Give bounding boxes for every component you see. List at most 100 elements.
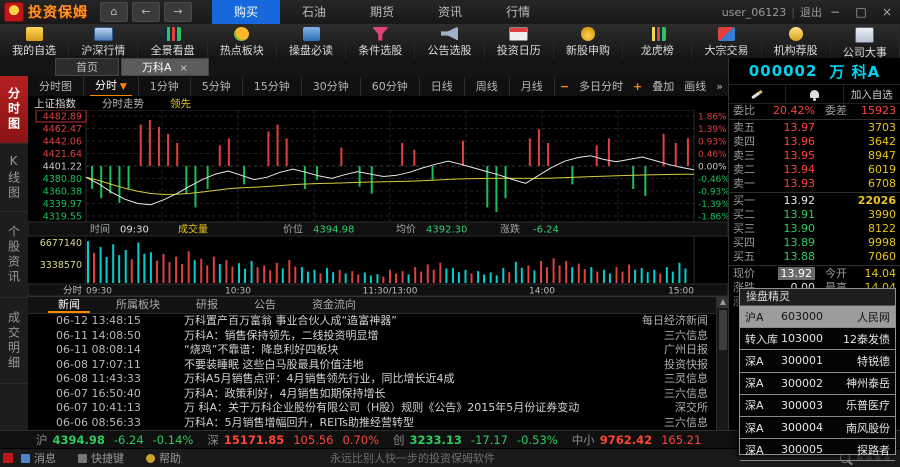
index-label: 创 (393, 432, 405, 448)
news-title: 万科A：5月销售增幅回升，REITs助推经营转型 (184, 416, 596, 431)
order-level-row: 买四13.899998 (729, 236, 900, 250)
sidebar-item-成交明细[interactable]: 成交明细 (0, 298, 28, 384)
sidebar-item-分时图[interactable]: 分时图 (0, 76, 28, 144)
news-row[interactable]: 06-12 13:48:15万科置产百万富翁 事业合伙人成“造富神器”每日经济新… (28, 314, 716, 329)
timeshare-chart[interactable]: 4482.891.86%4462.471.39%4442.060.93%4421… (28, 110, 728, 296)
news-source: 每日经济新闻 (596, 314, 716, 329)
popup-stock-row[interactable]: 深A300002神州泰岳 (740, 373, 895, 395)
toolbar-沪深行情[interactable]: 沪深行情 (69, 25, 138, 58)
status-快捷键[interactable]: 快捷键 (78, 450, 124, 466)
svg-text:均价: 均价 (396, 224, 416, 236)
period-5分钟[interactable]: 5分钟 (191, 77, 243, 96)
popup-stock-row[interactable]: 深A300001特锐德 (740, 350, 895, 372)
toolbar-热点板块[interactable]: 热点板块 (208, 25, 277, 58)
news-tab-研报[interactable]: 研报 (178, 297, 236, 313)
news-title: 万科A：政策利好，4月销售如期保持增长 (184, 387, 596, 402)
popup-stock-row[interactable]: 深A300004南风股份 (740, 417, 895, 439)
scroll-thumb[interactable] (719, 310, 727, 350)
tab-close-icon[interactable]: × (180, 63, 188, 74)
menu-item-期货[interactable]: 期货 (348, 0, 416, 24)
news-tab-公告[interactable]: 公告 (236, 297, 294, 313)
toolbar-我的自选[interactable]: 我的自选 (0, 25, 69, 58)
toolbar-公告选股[interactable]: 公告选股 (415, 25, 484, 58)
toolbar-新股申购[interactable]: 新股申购 (554, 25, 623, 58)
status-消息[interactable]: 消息 (21, 450, 56, 466)
divider (729, 265, 900, 266)
plus-button[interactable]: + (633, 80, 642, 93)
level-label: 卖一 (733, 177, 763, 191)
home-icon[interactable]: ⌂ (100, 2, 128, 22)
period-日线[interactable]: 日线 (420, 77, 465, 96)
news-tab-资金流向[interactable]: 资金流向 (294, 297, 374, 313)
period-15分钟[interactable]: 15分钟 (243, 77, 302, 96)
news-row[interactable]: 06-07 16:50:40万科A：政策利好，4月销售如期保持增长三六信息 (28, 387, 716, 402)
period-分时[interactable]: 分时 ▼ (84, 76, 139, 97)
alert-button[interactable] (786, 85, 843, 103)
timeshare-chart-svg: 4482.891.86%4462.471.39%4442.060.93%4421… (28, 110, 728, 296)
logout-link[interactable]: 退出 (800, 4, 822, 20)
calendar-icon (509, 27, 528, 41)
level-volume: 3990 (815, 208, 896, 222)
popup-stock-row[interactable]: 深A300005探路者 (740, 439, 895, 461)
market-label: 沪A (745, 309, 781, 325)
book-icon (303, 27, 320, 41)
forward-icon[interactable]: → (164, 2, 192, 22)
multi-day-label[interactable]: 多日分时 (579, 78, 623, 94)
add-watchlist-button[interactable]: 加入自选 (844, 85, 900, 103)
add-watchlist-label: 加入自选 (851, 87, 893, 102)
popup-stock-list: 沪A603000人民网转入库10300012泰发债深A300001特锐德深A30… (740, 306, 895, 461)
toolbar-公司大事[interactable]: 公司大事 (831, 25, 900, 58)
minimize-icon[interactable]: − (822, 5, 848, 19)
index-label: 深 (207, 432, 219, 448)
tab-首页[interactable]: 首页 (55, 58, 119, 76)
index-沪[interactable]: 沪4394.98-6.24-0.14% (36, 432, 193, 448)
popup-stock-row[interactable]: 深A300003乐普医疗 (740, 395, 895, 417)
news-row[interactable]: 06-11 14:08:50万科A：销售保持领先，二线投资明显增三六信息 (28, 329, 716, 344)
menu-item-购买[interactable]: 购买 (212, 0, 280, 24)
news-source: 三六信息 (596, 416, 716, 431)
draw-line-button[interactable]: 画线 (684, 78, 706, 94)
period-周线[interactable]: 周线 (465, 77, 510, 96)
period-月线[interactable]: 月线 (510, 77, 555, 96)
news-time: 06-11 14:08:50 (28, 329, 184, 344)
toolbar-投资日历[interactable]: 投资日历 (485, 25, 554, 58)
tab-万科A[interactable]: 万科A× (121, 58, 209, 76)
popup-stock-row[interactable]: 沪A603000人民网 (740, 306, 895, 328)
news-row[interactable]: 06-11 08:08:14“烧鸡”不靠谱：降息利好四板块广州日报 (28, 343, 716, 358)
index-深[interactable]: 深15171.85105.560.70% (207, 432, 379, 448)
popup-title[interactable]: 操盘精灵 (740, 289, 895, 306)
popup-stock-row[interactable]: 转入库10300012泰发债 (740, 328, 895, 350)
news-row[interactable]: 06-08 17:07:11不要装睡眠 这些白马股最具价值洼地投资快报 (28, 358, 716, 373)
status-帮助[interactable]: 帮助 (146, 450, 181, 466)
toolbar-大宗交易[interactable]: 大宗交易 (692, 25, 761, 58)
toolbar-全景看盘[interactable]: 全景看盘 (138, 25, 207, 58)
period-30分钟[interactable]: 30分钟 (302, 77, 361, 96)
index-value: 9762.42 (600, 433, 652, 447)
minus-button[interactable]: − (560, 80, 569, 93)
news-tab-新闻[interactable]: 新闻 (40, 297, 98, 313)
index-中小[interactable]: 中小9762.42165.21 (572, 432, 711, 448)
news-row[interactable]: 06-08 11:43:33万科A5月销售点评：4月销售领先行业，同比增长近4成… (28, 372, 716, 387)
sidebar-item-K线图[interactable]: K线图 (0, 144, 28, 212)
toolbar-机构荐股[interactable]: 机构荐股 (762, 25, 831, 58)
news-row[interactable]: 06-07 10:41:13万 科A：关于万科企业股份有限公司（H股）规则《公告… (28, 401, 716, 416)
back-icon[interactable]: ← (132, 2, 160, 22)
overlay-button[interactable]: 叠加 (652, 78, 674, 94)
news-row[interactable]: 06-06 08:56:33万科A：5月销售增幅回升，REITs助推经营转型三六… (28, 416, 716, 431)
more-icon[interactable]: » (716, 80, 723, 93)
toolbar-操盘必读[interactable]: 操盘必读 (277, 25, 346, 58)
menu-item-行情[interactable]: 行情 (484, 0, 552, 24)
edit-button[interactable] (729, 85, 786, 103)
index-创[interactable]: 创3233.13-17.17-0.53% (393, 432, 558, 448)
toolbar-龙虎榜[interactable]: 龙虎榜 (623, 25, 692, 58)
period-分时图[interactable]: 分时图 (28, 77, 84, 96)
close-icon[interactable]: × (874, 5, 900, 19)
menu-item-石油[interactable]: 石油 (280, 0, 348, 24)
sidebar-item-个股资讯[interactable]: 个股资讯 (0, 212, 28, 298)
toolbar-条件选股[interactable]: 条件选股 (346, 25, 415, 58)
restore-icon[interactable]: □ (848, 5, 874, 19)
news-tab-所属板块[interactable]: 所属板块 (98, 297, 178, 313)
menu-item-资讯[interactable]: 资讯 (416, 0, 484, 24)
period-60分钟[interactable]: 60分钟 (361, 77, 420, 96)
period-1分钟[interactable]: 1分钟 (139, 77, 191, 96)
